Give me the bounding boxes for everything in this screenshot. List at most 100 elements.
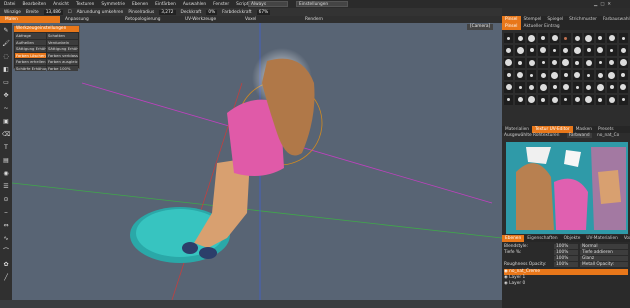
- brush-swatch[interactable]: [561, 45, 571, 56]
- smudge-icon[interactable]: ~: [2, 105, 10, 112]
- brush-swatch[interactable]: [607, 45, 617, 56]
- popup-item-3[interactable]: Verdunkeln: [47, 39, 78, 45]
- select-icon[interactable]: ▭: [2, 79, 10, 86]
- brush-swatch[interactable]: [526, 69, 537, 81]
- brush-swatch[interactable]: [595, 94, 606, 105]
- brush-swatch[interactable]: [584, 45, 594, 56]
- brush-swatch[interactable]: [526, 94, 537, 105]
- brush-swatch[interactable]: [572, 33, 583, 44]
- layer-row[interactable]: ◉ Layer 0: [504, 281, 628, 287]
- brush-swatch[interactable]: [572, 57, 583, 68]
- brush-swatch[interactable]: [607, 69, 617, 81]
- right_tabs_top-tab-4[interactable]: Farbauswahl: [600, 16, 630, 23]
- brush-swatch[interactable]: [607, 94, 617, 105]
- popup-item-0[interactable]: Abfrage: [15, 33, 46, 39]
- brush-swatch[interactable]: [515, 82, 525, 93]
- menu-item-5[interactable]: Ebenen: [132, 2, 148, 7]
- brush-swatch[interactable]: [504, 94, 514, 105]
- close-icon[interactable]: ✕: [607, 2, 611, 7]
- brush-swatch[interactable]: [618, 94, 628, 105]
- layer-prop-value[interactable]: 100%: [554, 262, 578, 267]
- maximize-icon[interactable]: □: [600, 2, 604, 7]
- brush-swatch[interactable]: [538, 82, 548, 93]
- brush-swatch[interactable]: [538, 57, 548, 68]
- brush-swatch[interactable]: [561, 57, 571, 68]
- brush-swatch[interactable]: [561, 69, 571, 81]
- right_tabs_mid-tab-0[interactable]: Materialien: [502, 126, 532, 133]
- layer-prop-value[interactable]: 100%: [554, 256, 578, 261]
- popup-item-6[interactable]: Farben Löschen: [15, 52, 46, 58]
- minimize-icon[interactable]: ▁: [594, 2, 597, 7]
- brush-swatch[interactable]: [504, 57, 514, 68]
- line-icon[interactable]: ╱: [2, 274, 10, 281]
- brush-swatch[interactable]: [595, 69, 606, 81]
- right_tabs_top-tab-3[interactable]: Strichmuster: [566, 16, 600, 23]
- layers_tabs-tab-1[interactable]: Eigenschaften: [524, 235, 560, 242]
- spline-icon[interactable]: ∿: [2, 235, 10, 242]
- brush-swatch[interactable]: [584, 33, 594, 44]
- brush-swatch[interactable]: [561, 94, 571, 105]
- room-tab-0[interactable]: Malen: [0, 16, 60, 23]
- brush-swatch[interactable]: [526, 57, 537, 68]
- brush-swatch[interactable]: [572, 45, 583, 56]
- room-tab-2[interactable]: Retopologierung: [120, 16, 180, 23]
- airbrush-icon[interactable]: ◌: [2, 53, 10, 60]
- right_tabs_top-tab-1[interactable]: Stempel: [521, 16, 545, 23]
- eye-icon[interactable]: ◉: [2, 170, 10, 177]
- menu-item-4[interactable]: Symmetrie: [101, 2, 125, 7]
- menu-item-8[interactable]: Fenster: [213, 2, 229, 7]
- popup-item-8[interactable]: Farben erhellen: [15, 59, 46, 65]
- brush-swatch[interactable]: [595, 57, 606, 68]
- color-opacity-field[interactable]: 67%: [256, 9, 271, 15]
- brush-swatch[interactable]: [595, 82, 606, 93]
- brush-swatch[interactable]: [538, 45, 548, 56]
- layer-prop-value[interactable]: 100%: [554, 244, 578, 249]
- brush-swatch[interactable]: [515, 33, 525, 44]
- room-tab-1[interactable]: Anpassung: [60, 16, 120, 23]
- mode-combo[interactable]: Einstellungen: [296, 1, 348, 7]
- right_tabs_mid-tab-1[interactable]: Textur UV-Editor: [532, 126, 573, 133]
- right_tabs_sub-tab-0[interactable]: Pinsel: [502, 23, 521, 30]
- menu-item-6[interactable]: Einfärben: [155, 2, 176, 7]
- room-tab-4[interactable]: Voxel: [240, 16, 300, 23]
- brush-swatch[interactable]: [595, 33, 606, 44]
- measure-icon[interactable]: ⇔: [2, 222, 10, 229]
- brush-swatch[interactable]: [618, 69, 628, 81]
- room-tab-5[interactable]: Rendern: [300, 16, 360, 23]
- brush-swatch[interactable]: [549, 33, 560, 44]
- layers_tabs-tab-4[interactable]: Voxelbaum: [621, 235, 630, 242]
- brush-swatch[interactable]: [538, 69, 548, 81]
- right_tabs_mid-tab-3[interactable]: Presets: [595, 126, 617, 133]
- brush-swatch[interactable]: [618, 45, 628, 56]
- brush-icon[interactable]: 🖌: [2, 40, 10, 47]
- brush-swatch[interactable]: [572, 94, 583, 105]
- butterfly-icon[interactable]: ✿: [2, 261, 10, 268]
- brush-swatch[interactable]: [549, 45, 560, 56]
- popup-item-9[interactable]: Farben ausgleichen: [47, 59, 78, 65]
- brush-swatch[interactable]: [504, 45, 514, 56]
- right_tabs_top-tab-0[interactable]: Pinsel: [502, 16, 521, 23]
- smoothing-checkbox[interactable]: ☐: [68, 10, 72, 15]
- pencil-icon[interactable]: ✎: [2, 27, 10, 34]
- layer-prop-mode[interactable]: Glanz: [580, 256, 628, 261]
- layers_tabs-tab-2[interactable]: Objekte: [561, 235, 584, 242]
- eraser-icon[interactable]: ⌫: [2, 131, 10, 138]
- menu-item-0[interactable]: Datei: [4, 2, 15, 7]
- brush-swatch[interactable]: [515, 69, 525, 81]
- brush-swatch[interactable]: [584, 82, 594, 93]
- layers-icon[interactable]: ☰: [2, 183, 10, 190]
- brush-swatch[interactable]: [515, 45, 525, 56]
- texture-mode[interactable]: Farbwand: [566, 133, 592, 138]
- brush-swatch[interactable]: [584, 94, 594, 105]
- right_tabs_mid-tab-2[interactable]: Masken: [573, 126, 595, 133]
- brush-swatch[interactable]: [607, 57, 617, 68]
- opacity-field[interactable]: 0%: [206, 9, 218, 15]
- brush-swatch[interactable]: [595, 45, 606, 56]
- 3d-viewport[interactable]: [12, 23, 502, 300]
- brush-swatch[interactable]: [572, 82, 583, 93]
- brush-swatch[interactable]: [504, 82, 514, 93]
- brush-swatch[interactable]: [549, 94, 560, 105]
- brush-swatch[interactable]: [549, 57, 560, 68]
- popup-item-1[interactable]: Schatten: [47, 33, 78, 39]
- brush-swatch[interactable]: [515, 94, 525, 105]
